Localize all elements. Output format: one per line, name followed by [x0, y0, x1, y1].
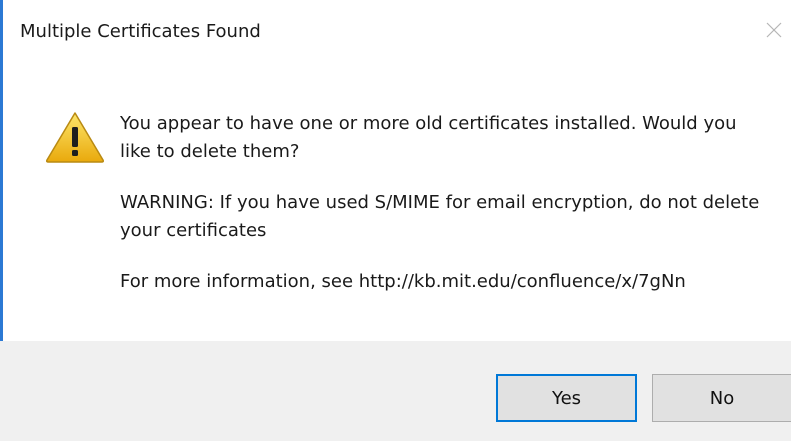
- no-button[interactable]: No: [652, 374, 791, 422]
- yes-button[interactable]: Yes: [496, 374, 637, 422]
- message-question: You appear to have one or more old certi…: [120, 113, 737, 162]
- dialog-message: You appear to have one or more old certi…: [120, 110, 760, 319]
- message-info-link: For more information, see http://kb.mit.…: [120, 271, 686, 292]
- warning-icon: [44, 110, 106, 164]
- close-icon: [766, 22, 782, 38]
- certificate-dialog: Multiple Certificates Found You appear t…: [0, 0, 791, 441]
- close-button[interactable]: [762, 18, 786, 42]
- dialog-title: Multiple Certificates Found: [20, 21, 261, 42]
- message-warning: WARNING: If you have used S/MIME for ema…: [120, 192, 760, 241]
